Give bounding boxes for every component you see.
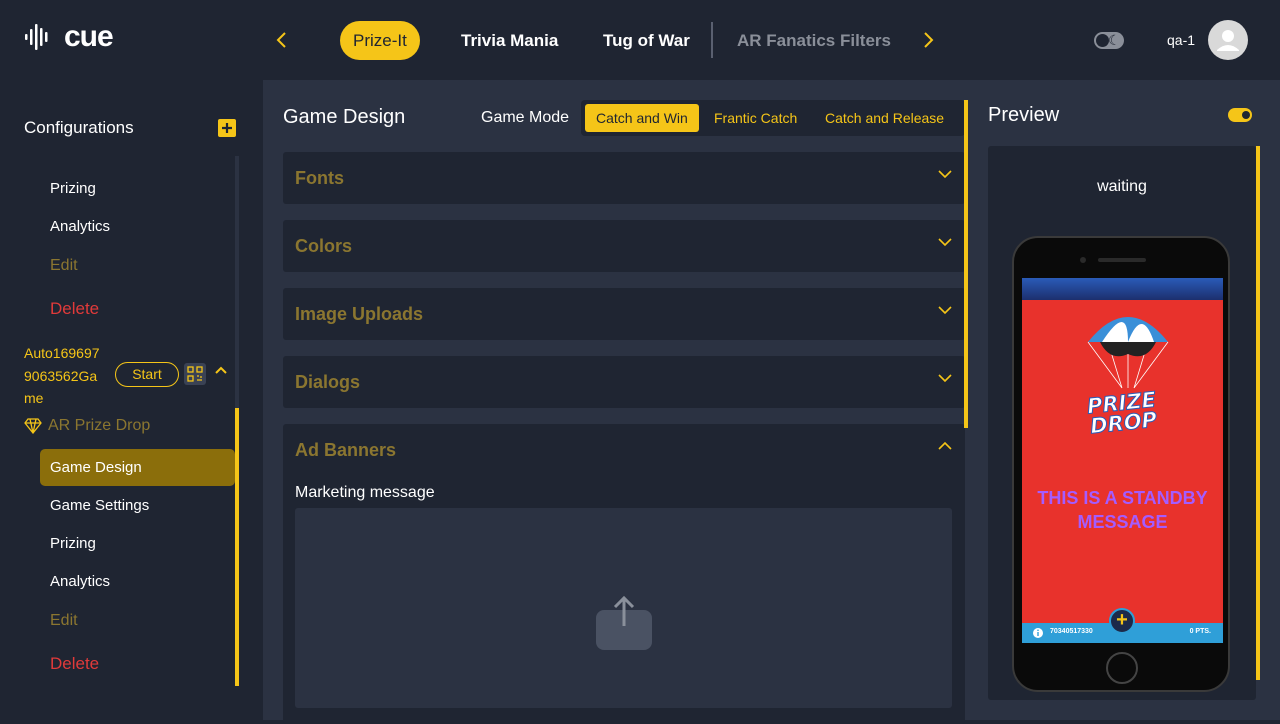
- panel-title: Colors: [295, 236, 353, 256]
- user-icon: [1217, 30, 1239, 51]
- tabs-prev-button[interactable]: [270, 28, 294, 52]
- logo-text: cue: [64, 20, 114, 53]
- game-type-ar-prize-drop[interactable]: AR Prize Drop: [24, 417, 150, 435]
- panel-title: Ad Banners: [295, 440, 397, 460]
- phone-mockup: PRIZE DROP THIS IS A STANDBY MESSAGE 703…: [1012, 236, 1230, 692]
- toggle-knob: [1242, 111, 1250, 119]
- main-scrollbar[interactable]: [964, 100, 968, 428]
- mode-catch-and-release[interactable]: Catch and Release: [814, 104, 955, 132]
- diamond-icon: [24, 418, 42, 434]
- standby-message: THIS IS A STANDBY MESSAGE: [1022, 486, 1223, 534]
- sidebar-item-delete[interactable]: Delete: [50, 654, 99, 674]
- panel-image-uploads[interactable]: Image Uploads: [283, 288, 965, 340]
- panel-fonts[interactable]: Fonts: [283, 152, 965, 204]
- sidebar: Configurations Prizing Analytics Edit De…: [0, 80, 263, 720]
- phone-screen: PRIZE DROP THIS IS A STANDBY MESSAGE 703…: [1022, 278, 1223, 643]
- player-id: 70340517330: [1050, 628, 1093, 635]
- qr-code-button[interactable]: [184, 363, 206, 385]
- marketing-upload-dropzone[interactable]: [295, 508, 952, 708]
- chevron-down-icon: [937, 302, 953, 321]
- prize-drop-logo: PRIZE DROP: [1022, 383, 1223, 444]
- mode-catch-and-win[interactable]: Catch and Win: [585, 104, 699, 132]
- add-configuration-button[interactable]: [218, 119, 236, 137]
- phone-speaker: [1098, 258, 1146, 262]
- game-mode-label: Game Mode: [481, 109, 570, 126]
- qr-code-icon: [187, 366, 203, 382]
- game-name-line: 9063562Ga: [24, 367, 98, 384]
- panel-title: Image Uploads: [295, 304, 424, 324]
- player-points: 0 PTS.: [1189, 628, 1211, 635]
- upload-icon: [596, 595, 652, 650]
- configurations-title: Configurations: [24, 118, 134, 137]
- tab-trivia-mania[interactable]: Trivia Mania: [448, 21, 571, 60]
- sidebar-item-game-design[interactable]: Game Design: [50, 459, 142, 476]
- parachute-icon: [1087, 317, 1169, 389]
- panel-title: Dialogs: [295, 372, 361, 392]
- plus-icon: +: [1109, 608, 1135, 634]
- chevron-right-icon: [924, 32, 934, 48]
- tabs-next-button[interactable]: [916, 28, 940, 52]
- tab-tug-of-war[interactable]: Tug of War: [590, 21, 703, 60]
- preview-title: Preview: [988, 104, 1060, 126]
- tab-prize-it[interactable]: Prize-It: [340, 21, 420, 60]
- chevron-down-icon: [937, 166, 953, 185]
- preview-status: waiting: [1097, 178, 1147, 195]
- sidebar-item-analytics[interactable]: Analytics: [50, 573, 110, 590]
- info-icon: [1033, 628, 1043, 638]
- panel-dialogs[interactable]: Dialogs: [283, 356, 965, 408]
- start-game-button[interactable]: Start: [115, 362, 179, 387]
- avatar[interactable]: [1208, 20, 1248, 60]
- phone-camera: [1080, 257, 1086, 263]
- sidebar-item-edit[interactable]: Edit: [50, 257, 78, 275]
- top-bar: cue Prize-It Trivia Mania Tug of War AR …: [0, 0, 1280, 80]
- phone-home-button: [1106, 652, 1138, 684]
- standby-line-2: MESSAGE: [1077, 512, 1168, 532]
- plus-icon: [222, 123, 232, 133]
- panel-ad-banners[interactable]: Ad Banners Marketing message: [283, 424, 965, 724]
- panel-colors[interactable]: Colors: [283, 220, 965, 272]
- panel-title: Fonts: [295, 168, 344, 188]
- theme-toggle[interactable]: ☾: [1094, 32, 1124, 49]
- chevron-down-icon: [937, 234, 953, 253]
- sidebar-item-prizing[interactable]: Prizing: [50, 535, 96, 552]
- page-title: Game Design: [283, 106, 406, 128]
- user-name: qa-1: [1167, 32, 1196, 48]
- sidebar-item-edit[interactable]: Edit: [50, 612, 78, 630]
- main-content: Game Design Game Mode Catch and Win Fran…: [263, 80, 1280, 724]
- screen-header-strip: [1022, 278, 1223, 300]
- game-type-label: AR Prize Drop: [48, 417, 151, 434]
- tab-divider: [711, 22, 713, 58]
- game-name-line: Auto169697: [24, 345, 100, 361]
- chevron-down-icon: [937, 370, 953, 389]
- mode-frantic-catch[interactable]: Frantic Catch: [703, 104, 808, 132]
- preview-scrollbar[interactable]: [1256, 146, 1260, 680]
- moon-icon: ☾: [1108, 32, 1121, 48]
- preview-toggle[interactable]: [1228, 108, 1252, 122]
- chevron-left-icon: [276, 32, 286, 48]
- collapse-game-button[interactable]: [214, 364, 228, 381]
- game-name-line: me: [24, 390, 44, 406]
- marketing-message-label: Marketing message: [295, 484, 435, 501]
- tab-ar-fanatics-filters[interactable]: AR Fanatics Filters: [724, 21, 904, 60]
- sidebar-item-delete[interactable]: Delete: [50, 299, 99, 319]
- sidebar-item-prizing[interactable]: Prizing: [50, 180, 96, 197]
- waveform-icon: [25, 24, 48, 50]
- chevron-up-icon: [937, 438, 953, 457]
- sidebar-item-game-settings[interactable]: Game Settings: [50, 497, 149, 514]
- standby-line-1: THIS IS A STANDBY: [1037, 488, 1208, 508]
- chevron-up-icon: [215, 366, 227, 374]
- sidebar-item-analytics[interactable]: Analytics: [50, 218, 110, 235]
- sidebar-scroll-thumb[interactable]: [235, 408, 239, 686]
- cue-logo[interactable]: cue: [24, 20, 114, 53]
- game-name[interactable]: Auto169697 9063562Ga me: [24, 342, 114, 410]
- game-mode-selector: Catch and Win Frantic Catch Catch and Re…: [581, 100, 965, 136]
- preview-panel: waiting PRIZE DROP THIS IS A STANDBY MES…: [988, 146, 1256, 700]
